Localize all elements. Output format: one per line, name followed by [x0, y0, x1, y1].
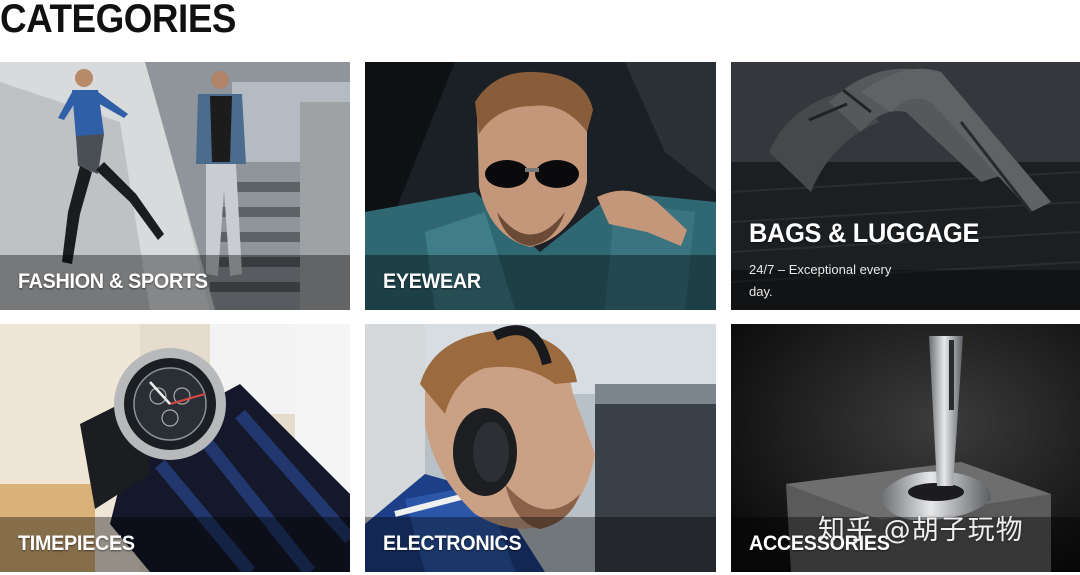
- category-label: BAGS & LUGGAGE: [749, 218, 980, 248]
- category-tile-fashion-sports[interactable]: FASHION & SPORTS: [0, 62, 350, 310]
- category-label: EYEWEAR: [383, 270, 481, 293]
- category-label: FASHION & SPORTS: [18, 270, 208, 293]
- category-tile-electronics[interactable]: ELECTRONICS: [365, 324, 716, 572]
- category-label: TIMEPIECES: [18, 532, 135, 555]
- category-label: ELECTRONICS: [383, 532, 522, 555]
- category-tile-eyewear[interactable]: EYEWEAR: [365, 62, 716, 310]
- category-tile-bags-luggage[interactable]: BAGS & LUGGAGE 24/7 – Exceptional every …: [731, 62, 1080, 310]
- watermark: 知乎 @胡子玩物: [818, 515, 1024, 546]
- category-description: 24/7 – Exceptional every day.: [749, 262, 892, 299]
- page-title: CATEGORIES: [0, 0, 236, 41]
- category-tile-timepieces[interactable]: TIMEPIECES: [0, 324, 350, 572]
